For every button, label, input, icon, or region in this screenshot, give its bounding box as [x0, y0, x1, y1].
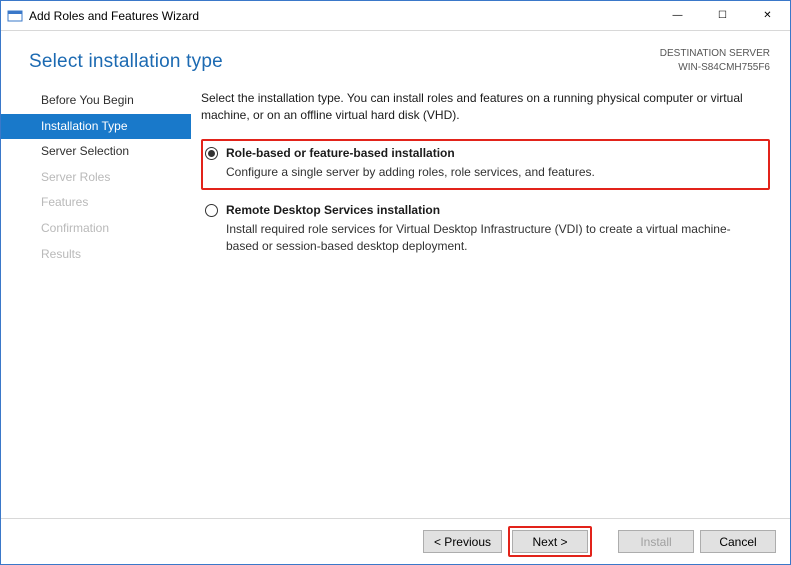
- next-button-highlight: Next >: [508, 526, 592, 557]
- option-role-based-text: Role-based or feature-based installation…: [226, 145, 762, 182]
- option-role-based-title: Role-based or feature-based installation: [226, 145, 762, 162]
- maximize-button[interactable]: ☐: [700, 1, 745, 30]
- minimize-button[interactable]: —: [655, 1, 700, 30]
- previous-button[interactable]: < Previous: [423, 530, 502, 553]
- option-role-based-desc: Configure a single server by adding role…: [226, 164, 762, 181]
- option-remote-desktop-desc: Install required role services for Virtu…: [226, 221, 762, 256]
- titlebar: Add Roles and Features Wizard — ☐ ✕: [1, 1, 790, 31]
- sidebar-item-before-you-begin[interactable]: Before You Begin: [1, 88, 191, 114]
- option-remote-desktop[interactable]: Remote Desktop Services installation Ins…: [201, 196, 770, 264]
- option-remote-desktop-text: Remote Desktop Services installation Ins…: [226, 202, 762, 256]
- option-role-based[interactable]: Role-based or feature-based installation…: [201, 139, 770, 190]
- sidebar-item-installation-type[interactable]: Installation Type: [1, 114, 191, 140]
- footer: < Previous Next > Install Cancel: [1, 518, 790, 564]
- page-title: Select installation type: [29, 45, 660, 73]
- sidebar-item-features: Features: [1, 190, 191, 216]
- window-controls: — ☐ ✕: [655, 1, 790, 30]
- option-remote-desktop-title: Remote Desktop Services installation: [226, 202, 762, 219]
- sidebar-item-results: Results: [1, 242, 191, 268]
- window-title: Add Roles and Features Wizard: [29, 9, 655, 23]
- wizard-window: Add Roles and Features Wizard — ☐ ✕ Sele…: [0, 0, 791, 565]
- app-icon: [7, 8, 23, 24]
- body: Before You Begin Installation Type Serve…: [1, 78, 790, 518]
- install-button: Install: [618, 530, 694, 553]
- destination-server-block: DESTINATION SERVER WIN-S84CMH755F6: [660, 45, 770, 74]
- sidebar-item-server-selection[interactable]: Server Selection: [1, 139, 191, 165]
- close-button[interactable]: ✕: [745, 1, 790, 30]
- intro-text: Select the installation type. You can in…: [201, 90, 770, 125]
- wizard-steps-sidebar: Before You Begin Installation Type Serve…: [1, 78, 191, 518]
- radio-role-based[interactable]: [205, 147, 218, 160]
- next-button[interactable]: Next >: [512, 530, 588, 553]
- radio-remote-desktop[interactable]: [205, 204, 218, 217]
- content-panel: Select the installation type. You can in…: [191, 78, 790, 518]
- destination-label: DESTINATION SERVER: [660, 47, 770, 61]
- cancel-button[interactable]: Cancel: [700, 530, 776, 553]
- destination-value: WIN-S84CMH755F6: [660, 61, 770, 75]
- sidebar-item-confirmation: Confirmation: [1, 216, 191, 242]
- sidebar-item-server-roles: Server Roles: [1, 165, 191, 191]
- header: Select installation type DESTINATION SER…: [1, 31, 790, 78]
